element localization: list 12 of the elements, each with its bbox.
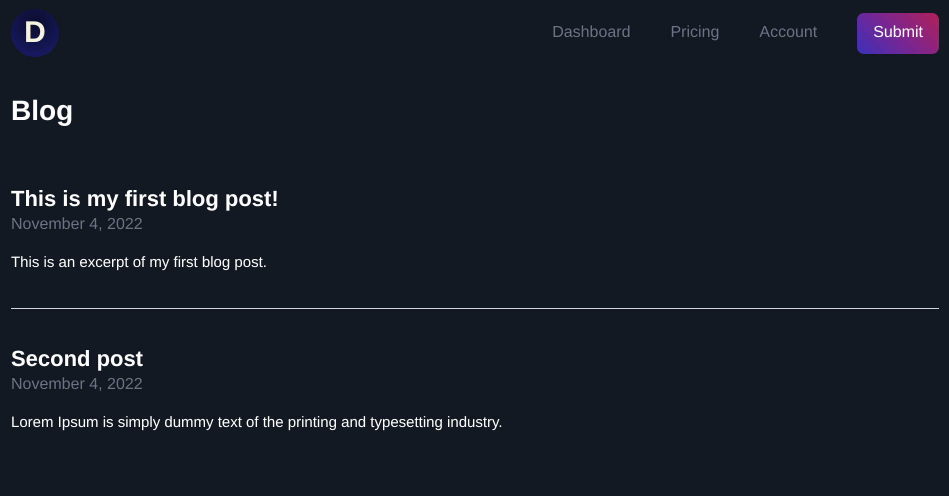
post-excerpt: Lorem Ipsum is simply dummy text of the printing and typesetting industry. bbox=[11, 413, 504, 433]
submit-button[interactable]: Submit bbox=[857, 12, 939, 54]
page-title: Blog bbox=[11, 94, 74, 128]
post-date: November 4, 2022 bbox=[11, 215, 144, 235]
nav-link[interactable]: Pricing bbox=[670, 24, 720, 42]
post-excerpt: This is an excerpt of my first blog post. bbox=[11, 253, 268, 273]
nav-link[interactable]: Dashboard bbox=[552, 24, 630, 42]
post-title[interactable]: Second post bbox=[11, 345, 939, 373]
logo[interactable]: D bbox=[11, 8, 59, 56]
post-title[interactable]: This is my first blog post! bbox=[11, 185, 939, 213]
post-date: November 4, 2022 bbox=[11, 375, 144, 395]
nav-link[interactable]: Account bbox=[759, 24, 818, 42]
